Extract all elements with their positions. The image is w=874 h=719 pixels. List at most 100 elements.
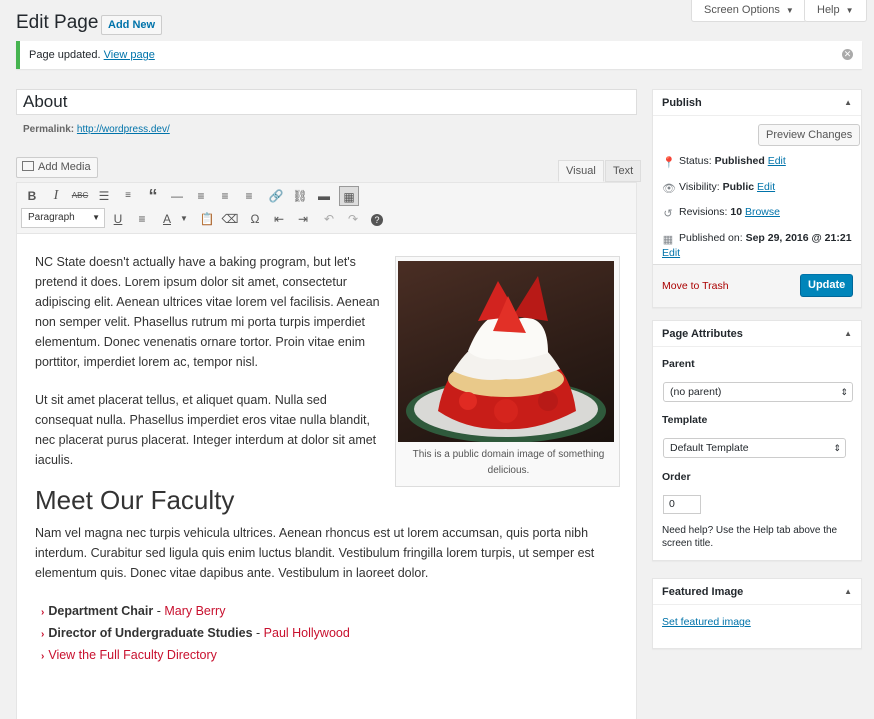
revisions-row: ↺ Revisions: 10 Browse [662, 205, 780, 220]
revisions-label: Revisions: [679, 206, 728, 218]
strawberry-shortcake-image[interactable] [398, 261, 614, 442]
align-right-icon[interactable]: ≡ [239, 186, 259, 206]
format-select[interactable]: Paragraph ▼ [21, 208, 105, 228]
publish-box-title: Publish [662, 97, 702, 109]
set-featured-image-link[interactable]: Set featured image [662, 616, 751, 628]
edit-visibility-link[interactable]: Edit [757, 181, 775, 193]
keyboard-shortcuts-icon[interactable]: ? [367, 209, 387, 229]
caret-down-icon: ▼ [845, 6, 854, 15]
special-character-icon[interactable]: Ω [245, 209, 265, 229]
page-attributes-header[interactable]: Page Attributes ▲ [653, 321, 861, 347]
collapse-arrow-icon[interactable]: ▲ [844, 579, 852, 605]
screen-options-label: Screen Options [704, 4, 780, 16]
add-media-label: Add Media [38, 161, 91, 173]
parent-select[interactable]: (no parent) ⇕ [663, 382, 853, 402]
chevron-down-icon[interactable]: ▼ [174, 209, 194, 229]
image-figure[interactable]: This is a public domain image of somethi… [395, 256, 620, 487]
paste-text-icon[interactable]: 📋 [197, 209, 217, 229]
image-caption: This is a public domain image of somethi… [412, 449, 605, 476]
order-input[interactable]: 0 [663, 495, 701, 514]
strikethrough-icon[interactable]: ABC [70, 186, 90, 206]
justify-icon[interactable]: ≡ [132, 209, 152, 229]
content-heading: Meet Our Faculty [35, 485, 235, 515]
edit-status-link[interactable]: Edit [768, 155, 786, 167]
view-page-link[interactable]: View page [104, 49, 155, 61]
faculty-directory-link[interactable]: View the Full Faculty Directory [48, 648, 217, 662]
tab-visual[interactable]: Visual [558, 160, 604, 182]
redo-icon[interactable]: ↷ [343, 209, 363, 229]
featured-image-title: Featured Image [662, 586, 744, 598]
help-label: Help [817, 4, 840, 16]
publish-box: Publish ▲ Preview Changes 📍 Status: Publis… [652, 89, 862, 308]
status-value: Published [714, 155, 765, 167]
chevron-right-icon: › [41, 651, 45, 662]
toolbar-toggle-icon[interactable]: ▦ [339, 186, 359, 206]
undo-icon[interactable]: ↶ [319, 209, 339, 229]
parent-label: Parent [662, 358, 695, 370]
align-center-icon[interactable]: ≡ [215, 186, 235, 206]
bold-icon[interactable]: B [22, 186, 42, 206]
permalink-url-link[interactable]: http://wordpress.dev/ [77, 124, 170, 135]
separator: - [153, 604, 165, 618]
faculty-name-link[interactable]: Mary Berry [164, 604, 225, 618]
edit-date-link[interactable]: Edit [662, 247, 680, 259]
browse-revisions-link[interactable]: Browse [745, 206, 780, 218]
move-to-trash-link[interactable]: Move to Trash [662, 280, 729, 292]
list-item: › Director of Undergraduate Studies - Pau… [41, 622, 350, 644]
faculty-list: › Department Chair - Mary Berry › Director… [41, 600, 350, 666]
content-paragraph: NC State doesn't actually have a baking … [35, 255, 380, 369]
published-row: ▦ Published on: Sep 29, 2016 @ 21:21 Edit [662, 231, 857, 261]
history-icon: ↺ [663, 208, 673, 220]
blockquote-icon[interactable]: “ [143, 186, 163, 206]
read-more-icon[interactable]: ▬ [314, 186, 334, 206]
insert-link-icon[interactable]: 🔗 [266, 186, 286, 206]
visibility-label: Visibility: [679, 181, 720, 193]
collapse-arrow-icon[interactable]: ▲ [844, 90, 852, 116]
published-label: Published on: [679, 232, 743, 244]
parent-select-value: (no parent) [670, 386, 722, 398]
page-attributes-help: Need help? Use the Help tab above the sc… [662, 525, 838, 549]
calendar-icon: ▦ [662, 234, 674, 246]
update-notice: Page updated. View page ✕ [16, 41, 862, 69]
editor-toolbar: B I ABC ☰ ≡ “ — ≡ ≡ ≡ 🔗 ⛓ ▬ ▦ Paragraph ▼… [16, 182, 637, 234]
collapse-arrow-icon[interactable]: ▲ [844, 321, 852, 347]
faculty-role: Director of Undergraduate Studies [48, 626, 253, 640]
horizontal-line-icon[interactable]: — [167, 186, 187, 206]
permalink-label: Permalink: [23, 124, 75, 135]
order-label: Order [662, 471, 691, 483]
dismiss-icon[interactable]: ✕ [842, 49, 853, 60]
content-paragraph: Ut sit amet placerat tellus, et aliquet … [35, 393, 377, 467]
numbered-list-icon[interactable]: ≡ [118, 186, 138, 206]
remove-link-icon[interactable]: ⛓ [290, 186, 310, 206]
tab-text[interactable]: Text [605, 160, 642, 182]
add-media-button[interactable]: Add Media [16, 157, 98, 178]
underline-icon[interactable]: U [108, 209, 128, 229]
caret-down-icon: ▼ [92, 213, 100, 222]
clear-formatting-icon[interactable]: ⌫ [220, 209, 240, 229]
list-item: › Department Chair - Mary Berry [41, 600, 350, 622]
post-title-input[interactable]: About [16, 89, 637, 115]
add-new-button[interactable]: Add New [101, 15, 163, 35]
help-button[interactable]: Help ▼ [804, 0, 867, 22]
screen-options-button[interactable]: Screen Options ▼ [691, 0, 807, 22]
publish-actions: Move to Trash Update [653, 264, 861, 307]
eye-icon: 👁 [662, 183, 676, 195]
featured-image-header[interactable]: Featured Image ▲ [653, 579, 861, 605]
page-attributes-title: Page Attributes [662, 328, 743, 340]
italic-icon[interactable]: I [46, 186, 66, 206]
faculty-name-link[interactable]: Paul Hollywood [264, 626, 350, 640]
outdent-icon[interactable]: ⇤ [269, 209, 289, 229]
list-item: › View the Full Faculty Directory [41, 644, 350, 666]
template-select[interactable]: Default Template ⇕ [663, 438, 846, 458]
editor-content[interactable]: NC State doesn't actually have a baking … [16, 234, 637, 719]
align-left-icon[interactable]: ≡ [191, 186, 211, 206]
select-arrows-icon: ⇕ [840, 387, 848, 397]
preview-changes-button[interactable]: Preview Changes [758, 124, 861, 146]
page-title: Edit Page [16, 12, 99, 33]
bullet-list-icon[interactable]: ☰ [94, 186, 114, 206]
page-attributes-box: Page Attributes ▲ Parent (no parent) ⇕ Tem… [652, 320, 862, 561]
publish-box-header[interactable]: Publish ▲ [653, 90, 861, 116]
update-button[interactable]: Update [800, 274, 854, 297]
indent-icon[interactable]: ⇥ [293, 209, 313, 229]
revisions-value: 10 [730, 206, 743, 218]
